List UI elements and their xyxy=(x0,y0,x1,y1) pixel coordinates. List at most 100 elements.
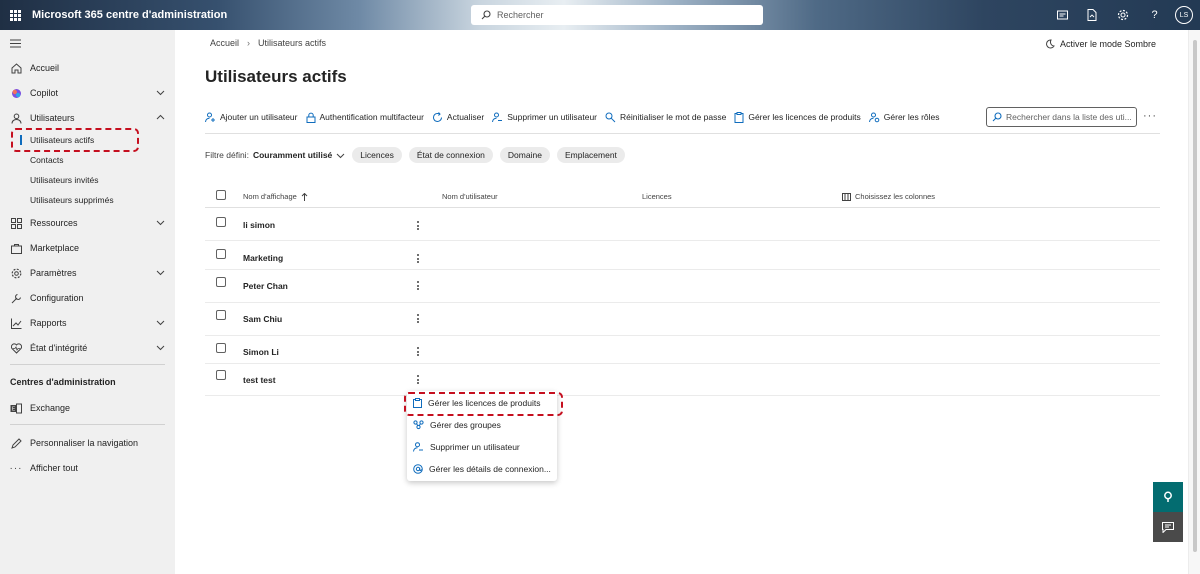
mfa-button[interactable]: Authentification multifacteur xyxy=(306,112,424,123)
user-display-name[interactable]: Peter Chan xyxy=(243,281,288,291)
add-user-button[interactable]: Ajouter un utilisateur xyxy=(205,112,298,123)
row-checkbox[interactable] xyxy=(216,370,226,380)
delete-user-button[interactable]: Supprimer un utilisateur xyxy=(492,112,597,123)
menu-manage-groups[interactable]: Gérer des groupes xyxy=(407,414,557,436)
more-options-button[interactable]: ··· xyxy=(1143,110,1157,122)
assistant-button[interactable] xyxy=(1153,482,1183,512)
row-checkbox[interactable] xyxy=(216,277,226,287)
nav-item-marketplace[interactable]: Marketplace xyxy=(0,238,175,258)
columns-icon xyxy=(842,192,851,201)
col-licenses[interactable]: Licences xyxy=(642,192,672,201)
col-username[interactable]: Nom d'utilisateur xyxy=(442,192,498,201)
wrench-icon xyxy=(10,292,22,304)
assistant-icon xyxy=(1164,491,1172,502)
reset-password-button[interactable]: Réinitialiser le mot de passe xyxy=(605,112,726,123)
dark-mode-toggle[interactable]: Activer le mode Sombre xyxy=(1045,39,1156,49)
row-more-icon[interactable] xyxy=(415,221,421,230)
avatar[interactable]: LS xyxy=(1175,6,1193,24)
chevron-down-icon[interactable] xyxy=(336,151,345,160)
add-user-icon xyxy=(205,112,215,122)
nav-item-configuration[interactable]: Configuration xyxy=(0,288,175,308)
table-row[interactable]: Marketing xyxy=(205,241,1160,270)
nav-item-etat-integrite[interactable]: État d'intégrité xyxy=(0,338,175,358)
table-row[interactable]: Sam Chiu xyxy=(205,303,1160,336)
global-search[interactable] xyxy=(471,5,763,25)
user-icon xyxy=(10,112,22,124)
filter-pill-licences[interactable]: Licences xyxy=(352,147,402,163)
row-checkbox[interactable] xyxy=(216,217,226,227)
nav-item-utilisateurs[interactable]: Utilisateurs xyxy=(0,108,175,128)
user-display-name[interactable]: Marketing xyxy=(243,253,283,263)
table-row[interactable]: li simon xyxy=(205,208,1160,241)
manage-roles-button[interactable]: Gérer les rôles xyxy=(868,112,940,123)
nav-collapse-button[interactable] xyxy=(10,39,21,50)
nav-item-afficher-tout[interactable]: ··· Afficher tout xyxy=(0,458,175,478)
users-table: Nom d'affichage Nom d'utilisateur Licenc… xyxy=(205,184,1160,396)
nav-item-ressources[interactable]: Ressources xyxy=(0,213,175,233)
user-display-name[interactable]: Simon Li xyxy=(243,347,279,357)
nav-divider xyxy=(10,424,165,425)
app-title[interactable]: Microsoft 365 centre d'administration xyxy=(32,9,227,21)
user-display-name[interactable]: li simon xyxy=(243,220,275,230)
nav-item-accueil[interactable]: Accueil xyxy=(0,58,175,78)
user-settings-icon xyxy=(868,112,880,122)
refresh-icon xyxy=(432,111,442,122)
row-more-icon[interactable] xyxy=(415,375,421,384)
row-checkbox[interactable] xyxy=(216,343,226,353)
user-display-name[interactable]: Sam Chiu xyxy=(243,314,282,324)
lock-icon xyxy=(306,112,315,123)
filter-pill-domaine[interactable]: Domaine xyxy=(499,147,550,163)
table-row[interactable]: test test xyxy=(205,364,1160,396)
user-display-name[interactable]: test test xyxy=(243,375,276,385)
list-search-input[interactable] xyxy=(1006,112,1132,122)
vertical-scrollbar[interactable] xyxy=(1188,30,1200,574)
row-more-icon[interactable] xyxy=(415,314,421,323)
breadcrumb-accueil[interactable]: Accueil xyxy=(210,38,239,48)
menu-manage-signin[interactable]: Gérer les détails de connexion... xyxy=(407,458,557,480)
filter-bar: Filtre défini: Couramment utilisé Licenc… xyxy=(205,147,625,163)
remove-user-icon xyxy=(492,112,503,122)
row-more-icon[interactable] xyxy=(415,347,421,356)
message-center-button[interactable] xyxy=(1048,0,1077,30)
menu-delete-user[interactable]: Supprimer un utilisateur xyxy=(407,436,557,458)
filter-pill-emplacement[interactable]: Emplacement xyxy=(556,147,625,163)
clipboard-icon xyxy=(734,111,744,123)
document-button[interactable] xyxy=(1077,0,1106,30)
heart-icon xyxy=(10,342,22,354)
select-all-checkbox[interactable] xyxy=(216,190,226,200)
manage-licenses-button[interactable]: Gérer les licences de produits xyxy=(734,111,861,123)
table-row[interactable]: Simon Li xyxy=(205,336,1160,364)
chevron-down-icon xyxy=(156,345,165,351)
row-checkbox[interactable] xyxy=(216,249,226,259)
table-row[interactable]: Peter Chan xyxy=(205,270,1160,303)
marketplace-icon xyxy=(10,242,22,254)
command-bar: Ajouter un utilisateur Authentification … xyxy=(205,105,1160,134)
row-more-icon[interactable] xyxy=(415,254,421,263)
scrollbar-thumb[interactable] xyxy=(1193,40,1197,552)
filter-pill-etat-connexion[interactable]: État de connexion xyxy=(408,147,493,163)
refresh-button[interactable]: Actualiser xyxy=(432,111,484,123)
nav-item-exchange[interactable]: E Exchange xyxy=(0,398,175,418)
exchange-icon: E xyxy=(10,402,22,414)
highlight-box xyxy=(11,128,139,152)
page-title: Utilisateurs actifs xyxy=(205,67,347,86)
list-search[interactable] xyxy=(986,107,1137,127)
nav-item-copilot[interactable]: Copilot xyxy=(0,83,175,103)
pencil-icon xyxy=(10,437,22,449)
nav-sub-utilisateurs-invites[interactable]: Utilisateurs invités xyxy=(30,172,99,188)
settings-button[interactable] xyxy=(1106,0,1140,30)
help-button[interactable]: ? xyxy=(1140,0,1169,30)
choose-columns-button[interactable]: Choisissez les colonnes xyxy=(842,192,935,201)
app-launcher-button[interactable] xyxy=(0,0,30,30)
nav-item-personnaliser[interactable]: Personnaliser la navigation xyxy=(0,433,175,453)
nav-sub-contacts[interactable]: Contacts xyxy=(30,152,64,168)
nav-sub-utilisateurs-supprimes[interactable]: Utilisateurs supprimés xyxy=(30,192,114,208)
nav-item-rapports[interactable]: Rapports xyxy=(0,313,175,333)
global-search-input[interactable] xyxy=(497,10,747,20)
feedback-button[interactable] xyxy=(1153,512,1183,542)
row-more-icon[interactable] xyxy=(415,281,421,290)
col-display-name[interactable]: Nom d'affichage xyxy=(243,192,308,201)
nav-item-parametres[interactable]: Paramètres xyxy=(0,263,175,283)
row-checkbox[interactable] xyxy=(216,310,226,320)
filter-dropdown[interactable]: Couramment utilisé xyxy=(253,150,332,160)
